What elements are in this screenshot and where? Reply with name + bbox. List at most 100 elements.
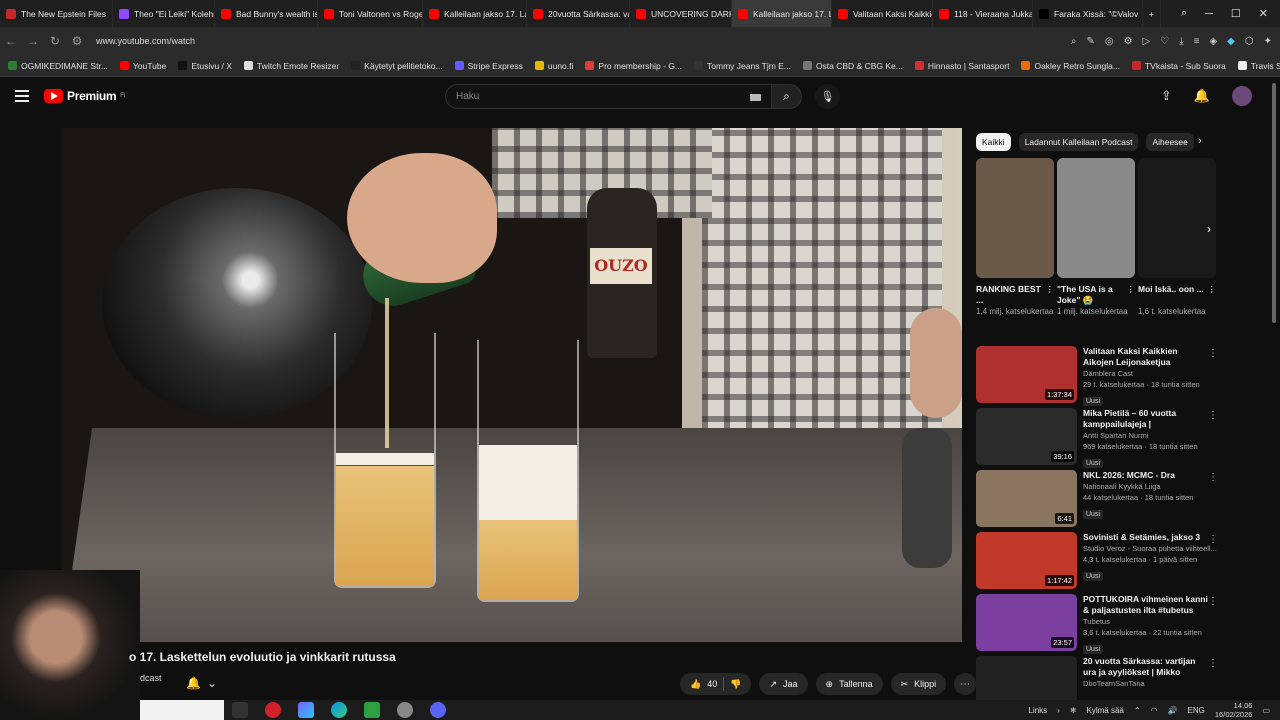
browser-tab[interactable]: The New Epstein Files: [0, 0, 113, 27]
recommendation-channel[interactable]: Dämblera Cast: [1083, 369, 1208, 379]
zoom-icon[interactable]: ⌕: [1071, 36, 1077, 47]
extension-icon[interactable]: ◆: [1227, 36, 1235, 47]
short-thumbnail[interactable]: [1057, 158, 1135, 278]
recommendation-item[interactable]: 23:57 POTTUKOIRA vihmeinen kanni & paljas…: [976, 594, 1220, 656]
more-vert-icon[interactable]: ⋮: [1208, 348, 1218, 359]
bookmark-item[interactable]: Stripe Express: [454, 61, 523, 71]
recommendation-channel[interactable]: Studio Veroz - Suoraa puhetta viihteell.…: [1083, 544, 1217, 554]
recommendation-thumbnail[interactable]: 1:37:34: [976, 346, 1077, 403]
clock[interactable]: 14.06 16/02/2026: [1215, 701, 1253, 719]
browser-tab[interactable]: 118 - Vieraana Jukka P: [933, 0, 1033, 27]
recommendation-title[interactable]: 20 vuotta Särkassa: vartijan ura ja ayyl…: [1083, 656, 1208, 678]
bookmark-item[interactable]: Pro membership - G...: [585, 61, 682, 71]
more-vert-icon[interactable]: ⋮: [1208, 534, 1218, 545]
recommendation-title[interactable]: Valitaan Kaksi Kaikkien Aikojen Leijonak…: [1083, 346, 1208, 368]
volume-icon[interactable]: 🔊: [1168, 706, 1178, 715]
close-window-icon[interactable]: ✕: [1259, 7, 1268, 20]
more-vert-icon[interactable]: ⋮: [1046, 284, 1055, 295]
video-player[interactable]: OUZO: [62, 128, 962, 642]
url-field[interactable]: www.youtube.com/watch: [96, 36, 195, 46]
more-vert-icon[interactable]: ⋮: [1208, 658, 1218, 669]
recommendation-title[interactable]: Mika Pietilä – 60 vuotta kamppailulajeja…: [1083, 408, 1208, 430]
download-icon[interactable]: ⤓: [1179, 36, 1183, 47]
discord-icon[interactable]: [430, 702, 446, 718]
links-label[interactable]: Links: [1028, 706, 1047, 715]
browser-tab[interactable]: Kalleilaan jakso 17. La: [423, 0, 527, 27]
menu-icon[interactable]: ≡: [1194, 36, 1200, 47]
search-tabs-icon[interactable]: ⌕: [1181, 7, 1187, 20]
browser-tab[interactable]: Bad Bunny's wealth is: [215, 0, 318, 27]
recommendation-item[interactable]: 39:16 Mika Pietilä – 60 vuotta kamppailul…: [976, 408, 1220, 470]
bookmark-item[interactable]: Osta CBD & CBG Ke...: [802, 61, 903, 71]
short-thumbnail[interactable]: [1138, 158, 1216, 278]
more-actions-button[interactable]: ⋯: [954, 673, 977, 695]
recommendation-thumbnail[interactable]: 1:17:42: [976, 532, 1077, 589]
channel-name[interactable]: dcast: [140, 673, 162, 683]
extensions-icon[interactable]: ⬡: [1245, 36, 1254, 47]
weather-label[interactable]: Kylmä sää: [1087, 706, 1124, 715]
task-view-icon[interactable]: [232, 702, 248, 718]
edge-icon[interactable]: [331, 702, 347, 718]
like-count[interactable]: 40: [707, 679, 717, 689]
bookmark-item[interactable]: YouTube: [119, 61, 166, 71]
recommendation-title[interactable]: POTTUKOIRA vihmeinen kanni & paljastuste…: [1083, 594, 1208, 616]
shorts-next-icon[interactable]: ›: [1207, 222, 1211, 236]
more-vert-icon[interactable]: ⋮: [1208, 596, 1218, 607]
recommendation-thumbnail[interactable]: 39:16: [976, 408, 1077, 465]
bookmark-item[interactable]: Twitch Emote Resizer: [243, 61, 339, 71]
short-title[interactable]: "The USA is a Joke" 😭: [1057, 284, 1113, 305]
recommendation-title[interactable]: NKL 2026: MCMC - Dra: [1083, 470, 1208, 481]
play-icon[interactable]: ▷: [1143, 36, 1151, 47]
taskbar-search-area[interactable]: [140, 700, 224, 720]
subscribe-bell[interactable]: 🔔 ⌄: [186, 676, 217, 690]
bookmark-item[interactable]: Hinnasto | Santasport: [914, 61, 1009, 71]
settings-icon[interactable]: ⚙: [1124, 36, 1133, 47]
ai-icon[interactable]: ✦: [1264, 36, 1272, 47]
recommendation-channel[interactable]: Nationaali Kyykkä Liiga: [1083, 482, 1208, 492]
maximize-icon[interactable]: ☐: [1231, 7, 1241, 20]
voice-search-button[interactable]: 🎙: [815, 84, 840, 109]
short-thumbnail[interactable]: [976, 158, 1054, 278]
more-vert-icon[interactable]: ⋮: [1208, 410, 1218, 421]
recommendation-item[interactable]: 1:37:34 Valitaan Kaksi Kaikkien Aikojen L…: [976, 346, 1220, 408]
save-button[interactable]: ⊕ Tallenna: [815, 673, 883, 695]
short-card[interactable]: Moi Iskä.. oon ... ⋮ 1,6 t. katselukertaa: [1138, 158, 1216, 317]
more-vert-icon[interactable]: ⋮: [1208, 284, 1217, 295]
filter-chip[interactable]: Aiheesee: [1146, 133, 1194, 151]
store-icon[interactable]: [364, 702, 380, 718]
browser-tab[interactable]: Theo "Ei Leiki" Kolehm: [113, 0, 215, 27]
bookmark-item[interactable]: Käytetyt pelitietoko...: [351, 61, 443, 71]
recommendation-channel[interactable]: DboTeamSanTana: [1083, 679, 1208, 689]
forward-icon[interactable]: →: [22, 34, 44, 48]
filter-chip[interactable]: Ladannut Kalleilaan Podcast: [1018, 133, 1139, 151]
bookmark-item[interactable]: Travis Scott: Outfits,...: [1237, 61, 1280, 71]
chevron-right-icon[interactable]: ›: [1198, 135, 1202, 147]
scrollbar[interactable]: [1272, 83, 1276, 323]
chrome-icon[interactable]: [397, 702, 413, 718]
camera-icon[interactable]: ◎: [1105, 36, 1114, 47]
keyboard-icon[interactable]: [750, 94, 761, 101]
recommendation-item[interactable]: 1:17:42 Sovinisti & Setämies, jakso 3 Stud…: [976, 532, 1220, 594]
reload-icon[interactable]: ↻: [44, 34, 66, 48]
bookmark-item[interactable]: OGMIKEDIMANE Str...: [8, 61, 108, 71]
recommendation-title[interactable]: Sovinisti & Setämies, jakso 3: [1083, 532, 1217, 543]
recommendation-channel[interactable]: Tubetus: [1083, 617, 1208, 627]
new-tab-button[interactable]: +: [1143, 0, 1161, 27]
short-card[interactable]: "The USA is a Joke" 😭 ⋮ 1 milj. katseluker…: [1057, 158, 1135, 317]
tray-chevron-up-icon[interactable]: ⌃: [1134, 706, 1141, 715]
notifications-icon[interactable]: ▭: [1262, 706, 1270, 715]
like-icon[interactable]: 👍: [690, 679, 701, 690]
short-title[interactable]: RANKING BEST ...: [976, 284, 1041, 305]
recommendation-thumbnail[interactable]: 6:41: [976, 470, 1077, 527]
search-button[interactable]: ⌕: [771, 84, 802, 109]
youtube-logo[interactable]: Premium FI: [44, 89, 126, 103]
bookmark-item[interactable]: uuno.fi: [534, 61, 573, 71]
notifications-bell-icon[interactable]: 🔔: [1194, 88, 1210, 104]
recommendation-channel[interactable]: Antti Spartan Nurmi: [1083, 431, 1208, 441]
search-input[interactable]: Haku: [445, 84, 771, 109]
site-info-icon[interactable]: ⚙: [66, 34, 88, 48]
browser-tab[interactable]: Valitaan Kaksi Kaikkien: [832, 0, 933, 27]
browser-tab[interactable]: UNCOVERING DARK E: [630, 0, 732, 27]
app-icon[interactable]: [298, 702, 314, 718]
more-vert-icon[interactable]: ⋮: [1208, 472, 1218, 483]
